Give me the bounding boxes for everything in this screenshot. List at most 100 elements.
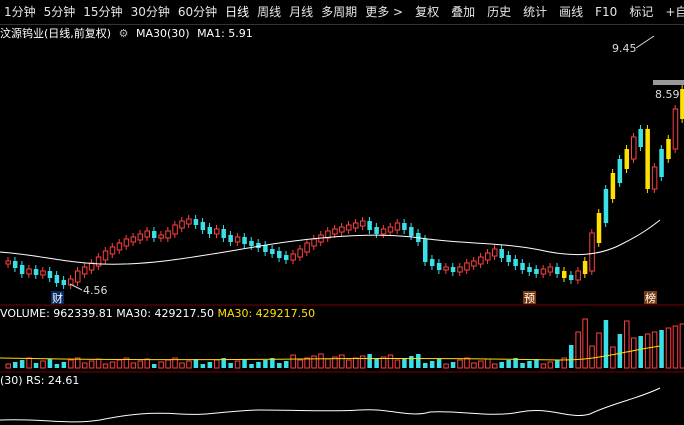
candle-body [624, 149, 630, 169]
volume-bar [33, 363, 39, 368]
volume-value: VOLUME: 962339.81 [0, 307, 113, 320]
volume-bar [186, 360, 192, 369]
volume-bar [596, 332, 602, 369]
volume-bar [443, 363, 449, 369]
volume-bar [165, 359, 171, 369]
volume-bar [429, 361, 435, 368]
candle-body [207, 227, 213, 234]
volume-bar [367, 354, 372, 368]
volume-ma30: MA30: 429217.50 [116, 307, 214, 320]
candle-body [436, 263, 442, 270]
candle-body [575, 270, 581, 281]
volume-bar [659, 330, 664, 368]
volume-bar [109, 361, 116, 369]
volume-bar [520, 363, 525, 368]
volume-bar [256, 362, 261, 368]
volume-bar [464, 357, 470, 369]
volume-bar [423, 363, 428, 368]
volume-bar [471, 362, 477, 369]
volume-bar [457, 359, 463, 369]
candle-body [26, 268, 32, 275]
kline-chart[interactable]: 9.45 8.59 4.56 财 预 榜 [0, 0, 684, 425]
candle-body [179, 220, 185, 229]
volume-bar [95, 358, 102, 369]
candle-body [582, 261, 588, 274]
volume-bar [353, 357, 359, 369]
candle-body [234, 236, 241, 243]
volume-bar [409, 356, 414, 368]
volume-bar [436, 359, 442, 368]
volume-bar [26, 357, 32, 369]
candle-body [562, 271, 567, 278]
candle-body [54, 275, 60, 283]
rs-info-row: (30) RS: 24.61 [0, 374, 79, 388]
candle-body [116, 242, 123, 251]
candle-body [506, 255, 511, 262]
candle-body [81, 266, 88, 275]
volume-bar [68, 359, 74, 369]
candle-body [33, 269, 39, 275]
candle-body [332, 228, 338, 235]
volume-bar [672, 325, 679, 369]
volume-bar [582, 318, 588, 369]
candle-body [680, 89, 684, 119]
candle-body [242, 237, 247, 244]
candle-body [158, 234, 164, 239]
candle-body [290, 253, 296, 261]
candle-body [151, 231, 157, 238]
candle-body [228, 235, 233, 242]
candle-body [277, 251, 282, 258]
candle-body [423, 239, 428, 262]
candle-body [555, 267, 560, 274]
volume-bar [179, 362, 185, 369]
volume-bar [318, 353, 324, 369]
volume-bar [5, 363, 11, 369]
volume-bar [492, 363, 498, 369]
candle-body [263, 245, 268, 252]
candle-body [450, 267, 456, 272]
volume-bar [631, 337, 637, 369]
candle-body [374, 227, 379, 234]
volume-bar [284, 361, 289, 368]
volume-bar [651, 331, 658, 369]
candle-body [429, 259, 435, 266]
volume-bar [249, 364, 254, 368]
rs-value: (30) RS: 24.61 [0, 374, 80, 387]
volume-bar [130, 362, 137, 369]
candle-body [651, 166, 658, 190]
volume-bar [277, 363, 282, 368]
high-price-pointer [635, 35, 655, 49]
candle-body [214, 228, 220, 235]
volume-bar [506, 360, 511, 368]
volume-bar [478, 360, 484, 369]
candle-body [568, 275, 574, 280]
volume-bar [12, 362, 18, 368]
volume-bar [568, 345, 574, 368]
candle-body [123, 238, 130, 247]
volume-bar [193, 359, 199, 368]
candle-body [193, 219, 199, 225]
volume-info-row: VOLUME: 962339.81 MA30: 429217.50 MA30: … [0, 307, 315, 321]
candle-body [186, 218, 192, 225]
candle-body [610, 173, 616, 199]
candle-body [631, 136, 637, 160]
candle-body [221, 229, 226, 238]
volume-bar [151, 364, 157, 368]
volume-bar [263, 360, 268, 368]
candle-body [200, 222, 206, 230]
candle-body [249, 241, 254, 246]
volume-bar [304, 357, 310, 369]
volume-bar [534, 359, 539, 368]
volume-bar [346, 359, 352, 369]
event-forecast-label: 预 [524, 292, 535, 305]
volume-bar [394, 359, 401, 369]
volume-bar [325, 358, 331, 369]
volume-bar [359, 355, 366, 369]
candle-body [47, 271, 53, 278]
candle-body [297, 248, 303, 258]
candle-body [513, 259, 518, 266]
volume-bar [290, 354, 296, 369]
rs-line [0, 387, 661, 423]
candle-body [394, 222, 401, 231]
volume-bar [610, 346, 616, 369]
